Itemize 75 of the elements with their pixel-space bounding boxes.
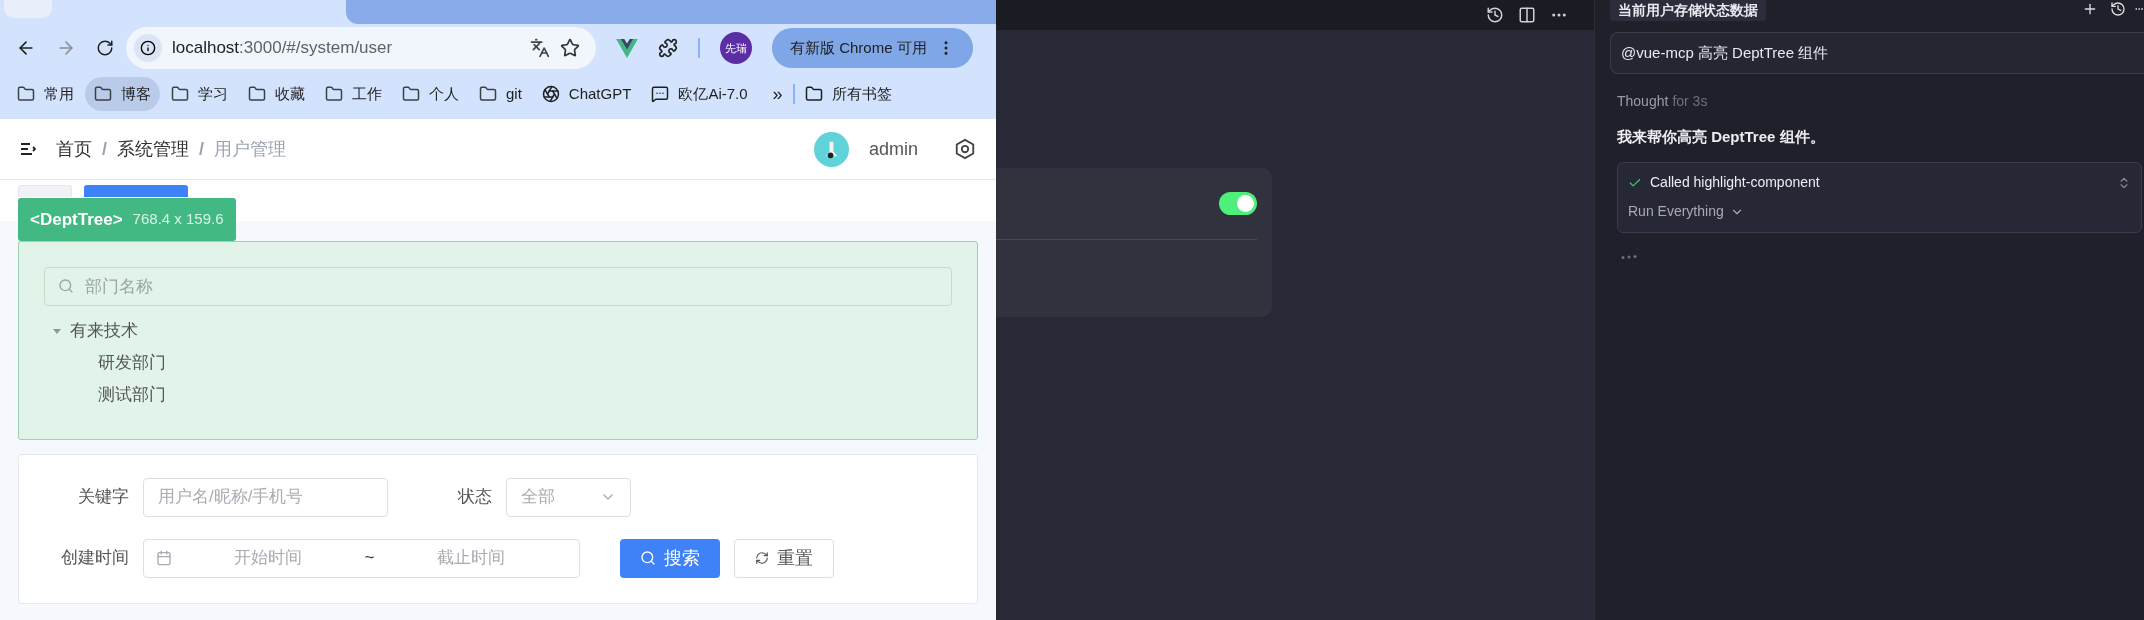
search-icon bbox=[640, 550, 656, 566]
breadcrumb-item[interactable]: 首页 bbox=[56, 135, 92, 163]
bookmark[interactable]: git bbox=[470, 77, 531, 111]
start-date-placeholder: 开始时间 bbox=[233, 547, 304, 570]
typing-indicator-icon bbox=[1621, 254, 1637, 259]
folder-icon bbox=[804, 85, 823, 103]
bookmark[interactable]: 工作 bbox=[316, 77, 391, 111]
username[interactable]: admin bbox=[868, 135, 918, 163]
reload-icon[interactable] bbox=[96, 39, 114, 57]
range-separator: ~ bbox=[364, 547, 375, 570]
folder-icon bbox=[94, 85, 112, 103]
url-text: localhost:3000/#/system/user bbox=[172, 37, 394, 60]
update-chrome-button[interactable]: 有新版 Chrome 可用 bbox=[772, 28, 973, 68]
toggle-switch[interactable] bbox=[1219, 192, 1257, 215]
breadcrumb-separator: / bbox=[199, 137, 205, 161]
context-chip[interactable]: 当前用户存储状态数据 bbox=[1610, 0, 1766, 21]
site-info-button[interactable] bbox=[134, 34, 162, 62]
dept-search-field[interactable]: 部门名称 bbox=[44, 267, 952, 306]
bookmark[interactable]: ChatGPT bbox=[532, 77, 641, 111]
component-name: <DeptTree> bbox=[30, 208, 123, 231]
field-label: 状态 bbox=[458, 486, 492, 509]
menu-icon[interactable] bbox=[20, 142, 36, 156]
caret-icon[interactable] bbox=[52, 326, 62, 336]
folder-icon bbox=[17, 85, 35, 103]
folder-icon bbox=[325, 85, 343, 103]
all-bookmarks-button[interactable]: 所有书签 bbox=[796, 77, 900, 111]
assistant-reply: 我来帮你高亮 DeptTree 组件。 bbox=[1616, 127, 1826, 147]
split-view-icon[interactable] bbox=[1518, 6, 1536, 24]
tree-node-label[interactable]: 研发部门 bbox=[98, 352, 952, 374]
history-icon[interactable] bbox=[2110, 1, 2126, 17]
thought-duration: for 3s bbox=[1672, 93, 1708, 109]
breadcrumb-item: 用户管理 bbox=[214, 137, 287, 161]
history-icon[interactable] bbox=[1486, 6, 1504, 24]
address-bar[interactable]: localhost:3000/#/system/user bbox=[126, 27, 596, 69]
bookmark[interactable]: 常用 bbox=[8, 77, 83, 111]
keyword-input[interactable]: 用户名/昵称/手机号 bbox=[143, 477, 388, 517]
plus-icon[interactable] bbox=[2082, 1, 2098, 17]
bookmark[interactable]: 欧亿Ai-7.0 bbox=[642, 77, 757, 111]
date-range-field[interactable]: 开始时间 ~ 截止时间 bbox=[143, 538, 580, 578]
refresh-icon bbox=[755, 551, 769, 565]
star-icon[interactable] bbox=[560, 38, 580, 58]
extension-icon[interactable] bbox=[658, 38, 678, 58]
reset-button[interactable]: 重置 bbox=[734, 538, 834, 578]
bookmark[interactable]: 博客 bbox=[85, 77, 160, 111]
search-icon bbox=[58, 278, 74, 294]
breadcrumb-separator: / bbox=[102, 137, 107, 161]
tool-call-label: Called highlight-component bbox=[1650, 173, 1821, 192]
thought-label[interactable]: Thought bbox=[1617, 93, 1669, 109]
bookmark[interactable]: 学习 bbox=[162, 77, 237, 111]
folder-icon bbox=[402, 85, 420, 103]
search-button[interactable]: 搜索 bbox=[620, 538, 720, 578]
component-size: 768.4 x 159.6 bbox=[132, 209, 224, 230]
folder-icon bbox=[479, 85, 497, 103]
calendar-icon bbox=[156, 550, 172, 566]
tree-node-label[interactable]: 测试部门 bbox=[98, 384, 952, 406]
more-bookmarks-button[interactable]: » bbox=[772, 80, 783, 108]
aperture-icon bbox=[541, 85, 560, 103]
vue-logo-icon[interactable] bbox=[616, 38, 638, 58]
chat-bubble-icon bbox=[651, 85, 670, 103]
settings-icon[interactable] bbox=[954, 138, 976, 160]
field-label: 关键字 bbox=[77, 486, 129, 509]
profile-avatar[interactable]: 先瑞 bbox=[720, 32, 752, 64]
bookmark[interactable]: 收藏 bbox=[239, 77, 314, 111]
tree-node[interactable]: 有来技术 bbox=[44, 320, 952, 342]
run-mode-dropdown[interactable]: Run Everything bbox=[1628, 201, 1744, 222]
breadcrumb-item[interactable]: 系统管理 bbox=[117, 135, 189, 163]
translate-icon[interactable] bbox=[530, 38, 550, 58]
folder-icon bbox=[171, 85, 189, 103]
end-date-placeholder: 截止时间 bbox=[435, 547, 506, 570]
bookmark[interactable]: 个人 bbox=[393, 77, 468, 111]
info-icon bbox=[140, 40, 156, 56]
tree-node-label[interactable]: 有来技术 bbox=[70, 318, 138, 344]
user-message: @vue-mcp 高亮 DeptTree 组件 bbox=[1610, 32, 2144, 74]
folder-icon bbox=[248, 85, 266, 103]
field-label: 创建时间 bbox=[60, 547, 129, 570]
